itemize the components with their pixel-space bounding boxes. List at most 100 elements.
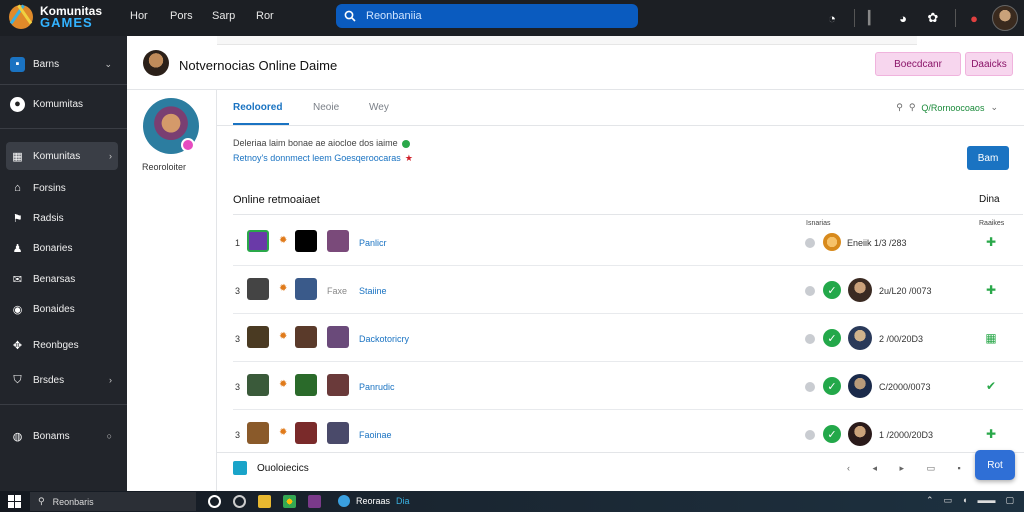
- row-date: C/2000/0073: [879, 382, 931, 392]
- notification-center-icon[interactable]: ▢: [1005, 495, 1014, 506]
- game-thumbnail: [327, 230, 349, 252]
- settings-icon[interactable]: ✿: [925, 10, 941, 26]
- row-label[interactable]: Faoinae: [359, 430, 392, 440]
- sidebar-item-benarsas[interactable]: ✉ Benarsas: [6, 265, 118, 293]
- topnav-item[interactable]: Hor: [130, 10, 170, 22]
- sidebar-item-reonbges[interactable]: ✥ Reonbges: [6, 331, 118, 359]
- topnav-item[interactable]: Pors: [170, 10, 212, 22]
- sidebar-item-forsins[interactable]: ⌂ Forsins: [6, 174, 118, 202]
- task-view-icon[interactable]: [208, 495, 221, 508]
- action-button[interactable]: Bam: [967, 146, 1009, 170]
- topnav-item[interactable]: Sarp: [212, 10, 256, 22]
- search-icon: ⚲: [896, 102, 903, 112]
- timer-icon[interactable]: ◔: [824, 10, 840, 26]
- row-number: 3: [235, 286, 241, 296]
- sidebar-item-label: Benarsas: [33, 273, 76, 285]
- tab-reoloored[interactable]: Reoloored: [233, 102, 282, 113]
- flag-icon: ⚑: [12, 212, 23, 225]
- taskbar-search[interactable]: ⚲ Reonbaris: [30, 492, 196, 511]
- row-number: 1: [235, 238, 241, 248]
- grid-icon: ▦: [12, 150, 23, 163]
- status-dot: [805, 238, 815, 248]
- folder-icon[interactable]: [258, 495, 271, 508]
- button-label: Bam: [977, 152, 999, 164]
- action-icon[interactable]: ✚: [981, 425, 1001, 443]
- section-right-label: Dina: [979, 194, 1000, 205]
- puzzle-icon: [233, 461, 247, 475]
- action-icon[interactable]: ▦: [981, 329, 1001, 347]
- game-thumbnail: [247, 230, 269, 252]
- table-row[interactable]: 3 ✹ Dackotoricry ✓ 2 /00/20D3 ▦: [233, 316, 1023, 362]
- cortana-icon[interactable]: [233, 495, 246, 508]
- chevron-up-icon[interactable]: ⌃: [926, 495, 934, 506]
- taskbar-active-app[interactable]: Reoraas Dia: [338, 495, 410, 507]
- row-label[interactable]: Staiine: [359, 286, 387, 296]
- os-taskbar: ⚲ Reonbaris Reoraas Dia ⌃ ▭ ◖ ▬▬ ▢: [0, 491, 1024, 512]
- floating-action-button[interactable]: Rot: [975, 450, 1015, 480]
- sidebar-item-barns[interactable]: ▪ Barns ⌄: [6, 50, 118, 78]
- info-link[interactable]: Retnoy's donnmect leem Goesqeroocaras: [233, 153, 401, 163]
- sidebar-item-brsdes[interactable]: ⛉ Brsdes ›: [6, 366, 118, 394]
- primary-pink-button[interactable]: Boecdcanr: [875, 52, 961, 76]
- clock-display-icon[interactable]: ▬▬: [977, 495, 995, 506]
- search-input[interactable]: Reonbaniia: [336, 4, 638, 28]
- sidebar-item-bonams[interactable]: ◍ Bonams ○: [6, 422, 118, 450]
- speaker-icon[interactable]: ◖: [962, 495, 967, 506]
- community-icon: ●: [10, 96, 25, 112]
- search-icon: ⚲: [38, 496, 45, 506]
- chevron-right-icon: ›: [109, 375, 112, 385]
- taskbar-apps: [208, 495, 321, 508]
- tab-wey[interactable]: Wey: [369, 102, 389, 113]
- row-label[interactable]: Dackotoricry: [359, 334, 409, 344]
- gamepad-icon: ✥: [12, 339, 23, 352]
- sidebar-item-komumitas[interactable]: ● Komumitas: [6, 90, 118, 118]
- sidebar-item-label: Bonams: [33, 430, 70, 442]
- secondary-pink-button[interactable]: Daaicks: [965, 52, 1013, 76]
- logo-line2: GAMES: [40, 15, 93, 30]
- content-card: Notvernocias Online Daime Boecdcanr Daai…: [127, 36, 1024, 491]
- sidebar-item-bonaries[interactable]: ♟ Bonaries: [6, 234, 118, 262]
- sidebar-item-komunitas[interactable]: ▦ Komunitas ›: [6, 142, 118, 170]
- game-thumbnail: [295, 374, 317, 396]
- tab-right-filter[interactable]: ⚲ ⚲ Q/Rornoocoaos ⌄: [896, 102, 998, 113]
- table-row[interactable]: 3 ✹ Panrudic ✓ C/2000/0073 ✔: [233, 364, 1023, 410]
- clock-icon[interactable]: ◕: [895, 10, 911, 26]
- bar-icon[interactable]: ▎: [865, 10, 881, 26]
- action-icon[interactable]: ✚: [981, 233, 1001, 251]
- browser-icon[interactable]: [283, 495, 296, 508]
- action-icon[interactable]: ✚: [981, 281, 1001, 299]
- game-thumbnail: [295, 278, 317, 300]
- bottom-bar: Ouoloiecics ‹ ◂ ▸ ▭ ▪ ▭: [217, 452, 1024, 484]
- battery-icon[interactable]: ▭: [944, 495, 953, 506]
- bottom-label[interactable]: Ouoloiecics: [257, 463, 309, 474]
- profile-name: Reoroloiter: [142, 162, 187, 172]
- flame-icon: ✹: [279, 427, 288, 438]
- notification-icon[interactable]: ●: [966, 10, 982, 26]
- page-header: Notvernocias Online Daime Boecdcanr Daai…: [127, 36, 1024, 90]
- status-dot: [805, 286, 815, 296]
- game-thumbnail: [247, 374, 269, 396]
- taskbar-search-text: Reonbaris: [52, 496, 94, 507]
- sidebar-item-radsis[interactable]: ⚑ Radsis: [6, 204, 118, 232]
- action-icon[interactable]: ✔: [981, 377, 1001, 395]
- table-row[interactable]: 3 ✹ Faxe Staiine ✓ 2u/L20 /0073 ✚: [233, 268, 1023, 314]
- app-logo[interactable]: Komunitas GAMES: [6, 2, 102, 32]
- topnav-item[interactable]: Ror: [256, 10, 296, 22]
- windows-start-icon[interactable]: [8, 495, 21, 508]
- row-date: 1 /2000/20D3: [879, 430, 934, 440]
- app-icon[interactable]: [308, 495, 321, 508]
- check-icon: ✓: [823, 281, 841, 299]
- table-row[interactable]: 1 ✹ Panlicr Eneiik 1/3 /283 ✚: [233, 220, 1023, 266]
- row-label[interactable]: Panrudic: [359, 382, 395, 392]
- game-thumbnail: [327, 326, 349, 348]
- divider: [955, 9, 956, 27]
- header-avatar[interactable]: [143, 50, 169, 76]
- game-thumbnail: [247, 326, 269, 348]
- flame-icon: ✹: [279, 235, 288, 246]
- tab-neoie[interactable]: Neoie: [313, 102, 339, 113]
- sidebar-item-bonaides[interactable]: ◉ Bonaides: [6, 295, 118, 323]
- row-label[interactable]: Panlicr: [359, 238, 387, 248]
- user-avatar[interactable]: [992, 5, 1018, 31]
- square-app-icon: ▪: [10, 56, 25, 72]
- game-thumbnail: [295, 326, 317, 348]
